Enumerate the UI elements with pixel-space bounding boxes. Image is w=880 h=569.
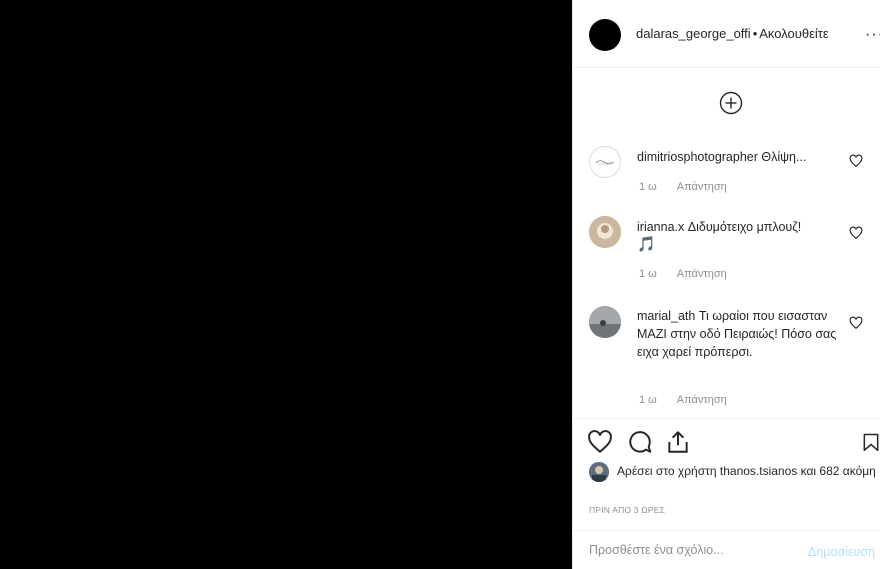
like-heart-icon[interactable]	[587, 429, 613, 455]
reply-button[interactable]: Απάντηση	[677, 268, 727, 280]
comment-username[interactable]: irianna.x	[637, 220, 684, 234]
comment-item: dimitriosphotographer Θλίψη... 1 ω Απάντη…	[573, 144, 880, 204]
add-comment-bar: Δημοσίευση	[573, 530, 880, 569]
comment-meta: 1 ω Απάντηση	[639, 394, 727, 406]
comment-username[interactable]: dimitriosphotographer	[637, 150, 758, 164]
comment-body: dimitriosphotographer Θλίψη...	[637, 148, 842, 166]
music-note-emoji: 🎵	[637, 236, 656, 253]
comment-time: 1 ω	[639, 181, 657, 193]
likes-summary: Αρέσει στο χρήστη thanos.tsianos και 682…	[617, 463, 877, 480]
follow-button[interactable]: Ακολουθείτε	[759, 26, 828, 41]
comment-bubble-icon[interactable]	[627, 429, 653, 455]
liker-avatar[interactable]	[589, 462, 609, 482]
commenter-avatar[interactable]	[589, 216, 621, 248]
reply-button[interactable]: Απάντηση	[677, 181, 727, 193]
commenter-avatar[interactable]	[589, 306, 621, 338]
add-comment-input[interactable]	[589, 543, 789, 557]
comment-text: Διδυμότειχο μπλουζ!	[687, 220, 802, 234]
post-media[interactable]	[0, 0, 572, 569]
post-actions: Αρέσει στο χρήστη thanos.tsianos και 682…	[573, 418, 880, 530]
author-username[interactable]: dalaras_george_offi	[636, 26, 751, 41]
author-avatar[interactable]	[589, 19, 621, 51]
post-timestamp[interactable]: ΠΡΙΝ ΑΠΟ 3 ΩΡΕΣ	[589, 505, 665, 515]
comment-meta: 1 ω Απάντηση	[639, 268, 727, 280]
share-icon[interactable]	[665, 429, 691, 455]
avatar-photo-icon	[589, 462, 609, 482]
post-side-panel: dalaras_george_offi•Ακολουθείτε ··· dimi…	[572, 0, 880, 569]
photographer-logo-icon	[595, 160, 615, 165]
comment-time: 1 ω	[639, 268, 657, 280]
comment-body: marial_ath Τι ωραίοι που εισασταν ΜΑΖΙ σ…	[637, 307, 837, 361]
likes-prefix: Αρέσει στο χρήστη	[617, 464, 717, 478]
post-comment-button[interactable]: Δημοσίευση	[808, 545, 875, 559]
like-comment-heart-icon[interactable]	[849, 226, 863, 240]
comment-item: marial_ath Τι ωραίοι που εισασταν ΜΑΖΙ σ…	[573, 304, 880, 414]
like-comment-heart-icon[interactable]	[849, 316, 863, 330]
liker-username[interactable]: thanos.tsianos	[720, 464, 797, 478]
save-bookmark-icon[interactable]	[861, 429, 880, 455]
header-text: dalaras_george_offi • Ακολουθείτε	[636, 26, 851, 41]
comment-text: Θλίψη...	[761, 150, 807, 164]
header-separator: •	[752, 26, 758, 41]
comment-body: irianna.x Διδυμότειχο μπλουζ! 🎵	[637, 218, 842, 254]
post-header: dalaras_george_offi•Ακολουθείτε ···	[573, 0, 880, 68]
comment-time: 1 ω	[639, 394, 657, 406]
likes-suffix[interactable]: και 682 ακόμη	[801, 464, 876, 478]
comment-username[interactable]: marial_ath	[637, 309, 695, 323]
like-comment-heart-icon[interactable]	[849, 154, 863, 168]
avatar-photo-icon	[589, 306, 621, 338]
avatar-photo-icon	[589, 216, 621, 248]
comment-meta: 1 ω Απάντηση	[639, 181, 727, 193]
commenter-avatar[interactable]	[589, 146, 621, 178]
comment-item: irianna.x Διδυμότειχο μπλουζ! 🎵 1 ω Απάντ…	[573, 214, 880, 294]
more-options-icon[interactable]: ···	[865, 26, 880, 44]
load-more-comments-icon[interactable]	[719, 91, 743, 115]
reply-button[interactable]: Απάντηση	[677, 394, 727, 406]
